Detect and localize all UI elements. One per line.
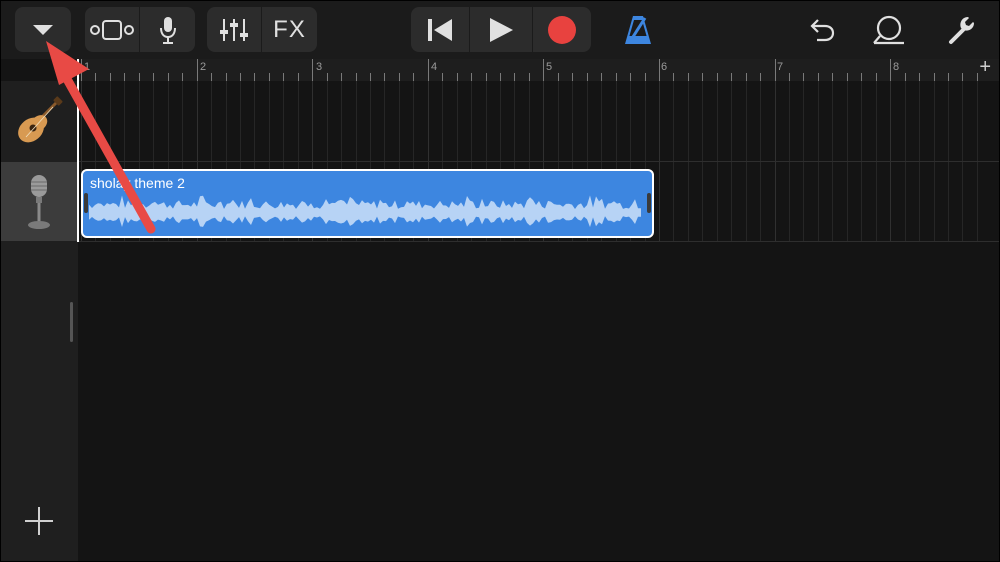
view-controls-group [85,7,195,52]
track-lane-guitar[interactable] [78,81,999,162]
toolbar: FX [1,1,999,59]
acoustic-guitar-icon [18,95,63,142]
mix-controls-group: FX [207,7,317,52]
triangle-down-icon [33,24,53,35]
track-headers [1,81,79,561]
mixer-button[interactable] [207,7,261,52]
track-header-vocal[interactable] [1,162,77,241]
bar-number-4: 4 [431,61,438,73]
bar-number-7: 7 [777,61,784,73]
bar-number-8: 8 [893,61,900,73]
timeline-ruler[interactable]: 1 2 3 4 5 6 7 8 + [78,56,999,82]
fx-button[interactable]: FX [262,7,317,52]
microphone-stand-icon [28,174,50,229]
skip-back-icon [428,18,452,41]
tracks-area[interactable] [78,81,999,561]
bar-number-6: 6 [661,61,668,73]
mic-button[interactable] [140,7,195,52]
browser-button[interactable] [15,7,71,52]
region-trim-handle-right[interactable] [647,193,651,213]
record-icon [548,15,576,44]
bar-number-3: 3 [316,61,323,73]
rewind-button[interactable] [411,7,469,52]
play-icon [490,17,513,42]
undo-button[interactable] [801,7,841,52]
ruler-ticks [81,59,978,81]
audio-region[interactable]: sholay theme 2 [81,169,654,238]
plus-icon [25,507,53,535]
tracks-view-icon [90,19,134,40]
wrench-icon [949,16,974,44]
garageband-window: FX 1 2 3 4 5 6 7 8 + sholay theme 2 [0,0,1000,562]
track-headers-resize-handle[interactable] [70,302,73,342]
playhead[interactable] [77,59,79,242]
waveform [89,195,641,228]
bar-number-2: 2 [200,61,207,73]
add-section-button[interactable]: + [979,56,991,79]
loop-button[interactable] [867,7,911,52]
bar-number-5: 5 [546,61,553,73]
settings-button[interactable] [939,7,983,52]
sliders-icon [220,18,248,41]
bar-number-1: 1 [84,61,91,73]
microphone-icon [159,16,176,44]
loop-icon [873,15,904,44]
play-button[interactable] [470,7,532,52]
undo-icon [810,18,835,41]
add-track-button[interactable] [21,503,57,539]
metronome-button[interactable] [613,7,663,52]
record-button[interactable] [533,7,591,52]
view-toggle-button[interactable] [85,7,139,52]
region-trim-handle-left[interactable] [84,193,88,213]
metronome-icon [625,15,651,44]
transport-group [411,7,591,52]
track-header-guitar[interactable] [1,82,77,161]
